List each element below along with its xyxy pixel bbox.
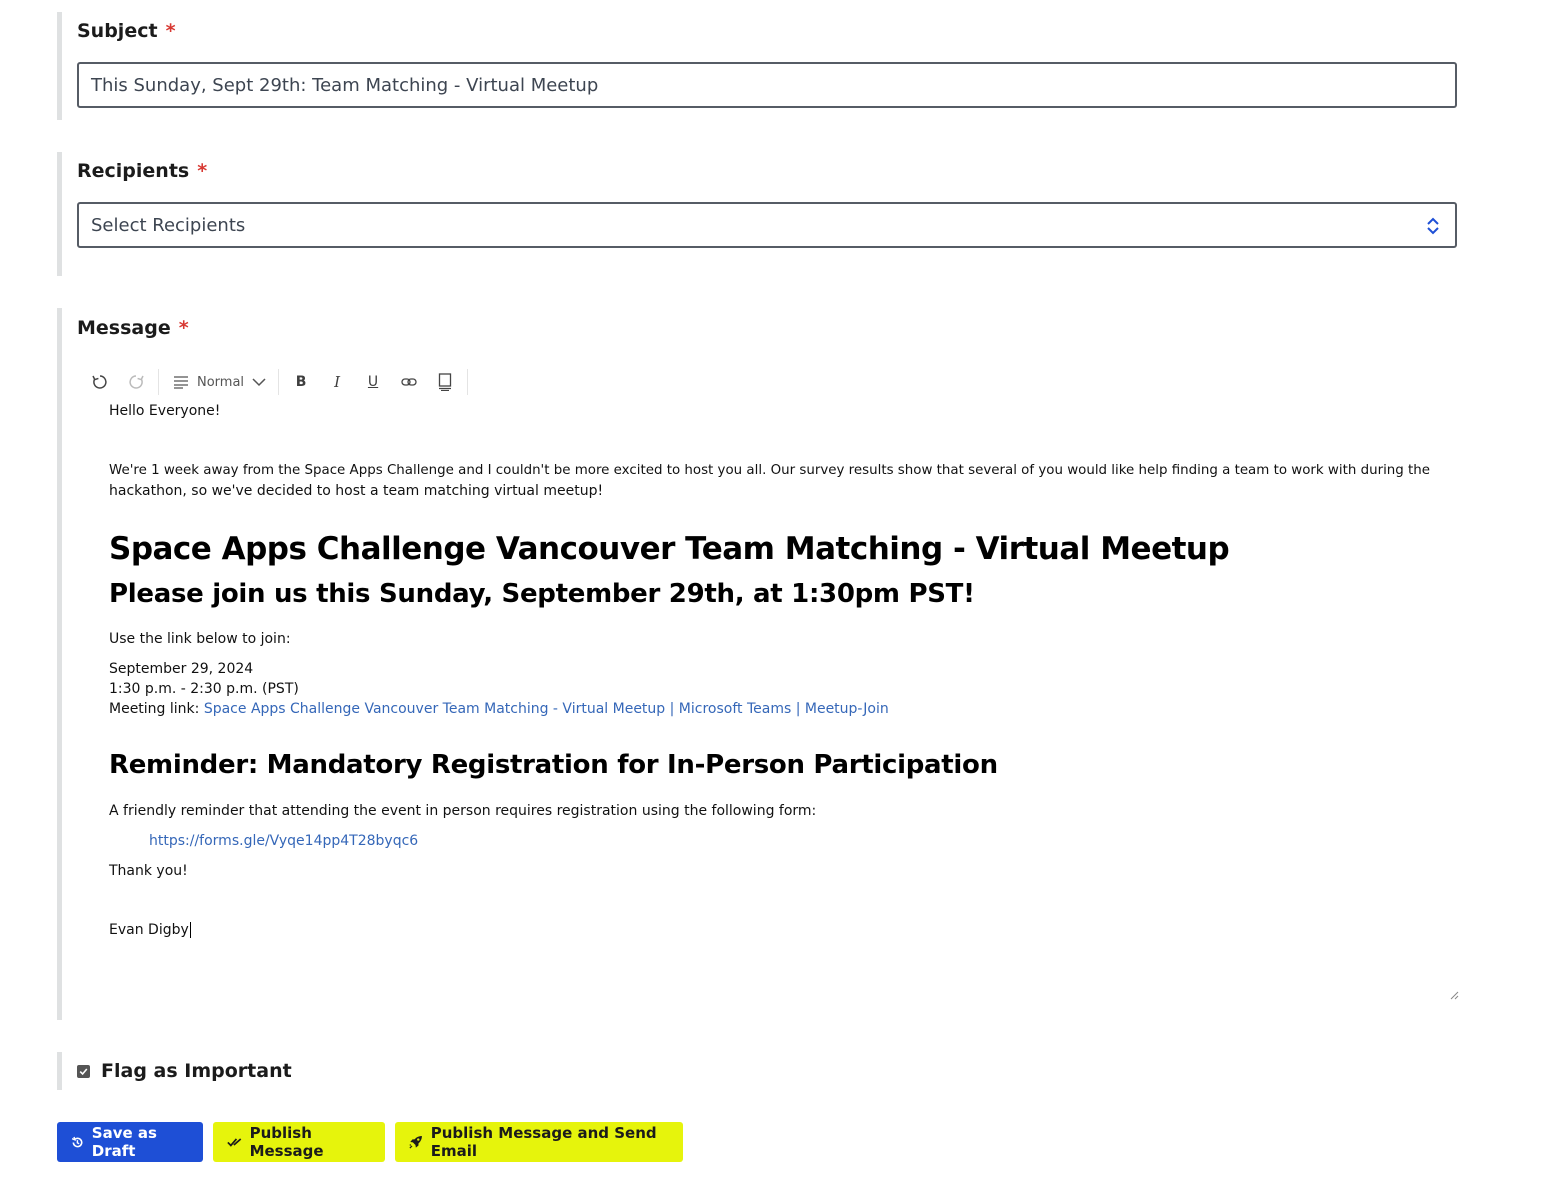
save-draft-label: Save as Draft bbox=[91, 1124, 157, 1160]
recipients-select[interactable]: Select Recipients bbox=[77, 202, 1457, 248]
publish-label: Publish Message bbox=[249, 1124, 324, 1160]
image-button[interactable] bbox=[427, 370, 463, 394]
message-editor[interactable]: Hello Everyone! We're 1 week away from t… bbox=[89, 402, 1459, 1000]
use-link-text: Use the link below to join: bbox=[109, 631, 291, 647]
required-asterisk: * bbox=[178, 317, 189, 339]
link-button[interactable] bbox=[391, 370, 427, 394]
history-icon bbox=[71, 1136, 83, 1147]
bold-icon: B bbox=[295, 374, 307, 390]
save-draft-button[interactable]: Save as Draft bbox=[57, 1122, 203, 1162]
italic-button[interactable]: I bbox=[319, 370, 355, 394]
intro-line-1: We're 1 week away from the Space Apps Ch… bbox=[109, 463, 1431, 478]
signature-text: Evan Digby bbox=[109, 920, 191, 940]
underline-button[interactable]: U bbox=[355, 370, 391, 394]
image-icon bbox=[438, 373, 452, 391]
event-heading: Space Apps Challenge Vancouver Team Matc… bbox=[109, 531, 1230, 567]
required-asterisk: * bbox=[165, 20, 176, 42]
event-time: 1:30 p.m. - 2:30 p.m. (PST) bbox=[109, 681, 299, 697]
recipients-placeholder: Select Recipients bbox=[91, 214, 246, 236]
message-label-text: Message bbox=[77, 317, 171, 339]
toolbar-divider bbox=[467, 369, 469, 395]
meeting-link-label: Meeting link: bbox=[109, 701, 204, 717]
registration-form-link[interactable]: https://forms.gle/Vyqe14pp4T28byqc6 bbox=[149, 831, 418, 851]
intro-line-2: hackathon, so we've decided to host a te… bbox=[109, 483, 604, 499]
paragraph-icon bbox=[174, 376, 188, 389]
link-icon bbox=[401, 378, 417, 386]
reminder-text: A friendly reminder that attending the e… bbox=[109, 803, 817, 819]
event-date: September 29, 2024 bbox=[109, 661, 254, 677]
publish-button[interactable]: Publish Message bbox=[213, 1122, 385, 1162]
flag-checkbox[interactable] bbox=[77, 1064, 90, 1078]
publish-send-email-label: Publish Message and Send Email bbox=[430, 1124, 657, 1160]
block-format-dropdown[interactable]: Normal bbox=[163, 375, 274, 390]
recipients-label-text: Recipients bbox=[77, 160, 190, 182]
thanks-text: Thank you! bbox=[109, 863, 188, 879]
publish-send-email-button[interactable]: Publish Message and Send Email bbox=[395, 1122, 683, 1162]
flag-label[interactable]: Flag as Important bbox=[101, 1059, 292, 1083]
text-cursor bbox=[189, 922, 191, 938]
undo-icon[interactable] bbox=[82, 370, 118, 394]
subject-input[interactable]: This Sunday, Sept 29th: Team Matching - … bbox=[77, 62, 1457, 108]
subject-field: Subject * This Sunday, Sept 29th: Team M… bbox=[57, 12, 1477, 120]
recipients-field: Recipients * Select Recipients bbox=[57, 152, 1477, 276]
meeting-link[interactable]: Space Apps Challenge Vancouver Team Matc… bbox=[204, 701, 889, 717]
subject-label-text: Subject bbox=[77, 20, 158, 42]
reminder-heading: Reminder: Mandatory Registration for In-… bbox=[109, 750, 998, 780]
flag-field: Flag as Important bbox=[57, 1052, 457, 1090]
bold-button[interactable]: B bbox=[283, 370, 319, 394]
double-check-icon bbox=[227, 1138, 242, 1147]
event-subheading: Please join us this Sunday, September 29… bbox=[109, 579, 975, 609]
toolbar-divider bbox=[278, 369, 280, 395]
required-asterisk: * bbox=[197, 160, 208, 182]
subject-label: Subject * bbox=[77, 19, 1477, 43]
resize-handle-icon[interactable] bbox=[1449, 990, 1459, 1000]
signature-name: Evan Digby bbox=[109, 922, 189, 938]
chevron-down-icon bbox=[252, 378, 266, 387]
greeting-text: Hello Everyone! bbox=[109, 403, 221, 419]
message-label: Message * bbox=[77, 316, 1477, 340]
meeting-link-line: Meeting link: Space Apps Challenge Vanco… bbox=[109, 699, 889, 719]
subject-input-value: This Sunday, Sept 29th: Team Matching - … bbox=[91, 74, 599, 96]
toolbar-divider bbox=[158, 369, 159, 395]
block-format-label: Normal bbox=[197, 374, 245, 390]
recipients-label: Recipients * bbox=[77, 159, 1477, 183]
checkmark-icon bbox=[79, 1067, 88, 1075]
chevron-up-down-icon bbox=[1427, 217, 1439, 235]
rocket-icon bbox=[409, 1135, 422, 1149]
redo-icon[interactable] bbox=[118, 370, 154, 394]
message-field: Message * Normal B I U Hello Everyone! W… bbox=[57, 308, 1477, 1020]
italic-icon: I bbox=[334, 373, 341, 391]
underline-icon: U bbox=[367, 374, 379, 390]
editor-toolbar: Normal B I U bbox=[82, 369, 472, 395]
